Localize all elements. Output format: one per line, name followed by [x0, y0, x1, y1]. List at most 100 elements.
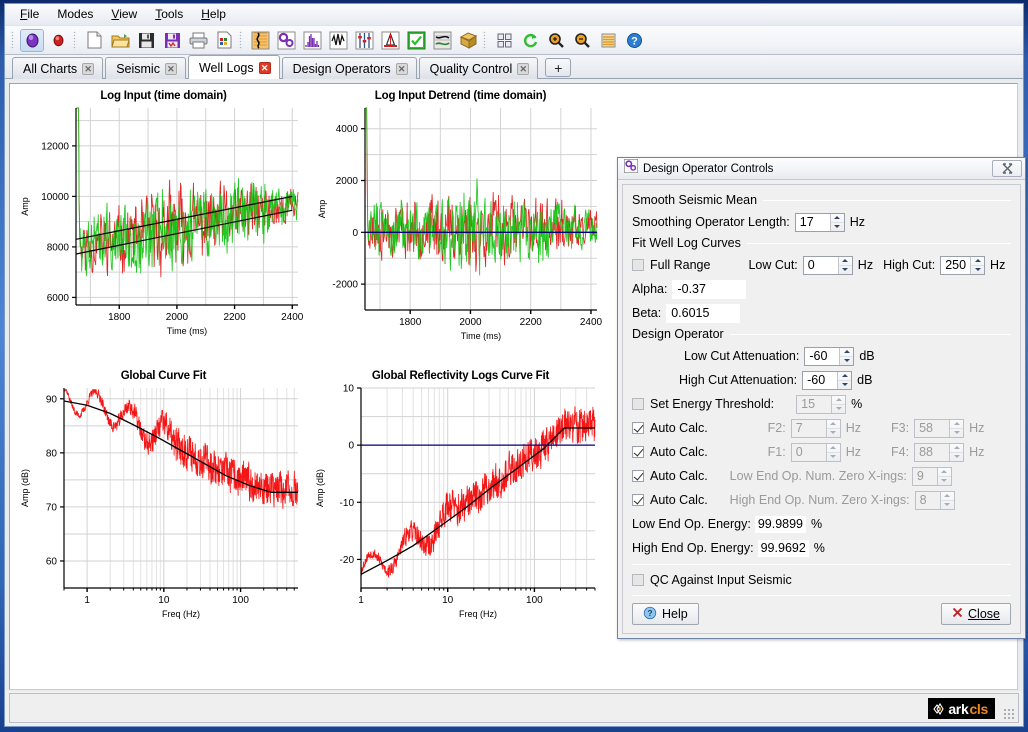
set-energy-threshold-checkbox[interactable] — [632, 398, 644, 410]
spinner-arrows[interactable] — [829, 213, 844, 231]
f4-spinner[interactable]: 88 — [914, 442, 965, 462]
spinner-down-icon[interactable] — [839, 266, 852, 274]
menu-modes[interactable]: Modes — [48, 5, 102, 24]
spinner-down-icon[interactable] — [971, 266, 984, 274]
spinner-up-icon[interactable] — [840, 348, 854, 357]
spinner-down-icon[interactable] — [938, 477, 951, 485]
spinner-arrows[interactable] — [831, 395, 846, 413]
auto-calc-checkbox[interactable] — [632, 422, 644, 434]
well-derrick-button[interactable] — [378, 29, 402, 52]
spinner-arrows[interactable] — [837, 371, 852, 389]
dialog-title-bar[interactable]: Design Operator Controls — [618, 158, 1025, 180]
f2-spinner[interactable]: 7 — [790, 418, 841, 438]
spinner-up-icon[interactable] — [832, 396, 846, 405]
smoothing-operator-length-spinner[interactable]: 17 — [794, 212, 845, 232]
auto-calc-checkbox[interactable] — [632, 494, 644, 506]
tab-design-operators[interactable]: Design Operators ✕ — [281, 57, 417, 79]
save-as-button[interactable] — [160, 29, 184, 52]
spinner-up-icon[interactable] — [826, 420, 840, 429]
spinner-up-icon[interactable] — [971, 257, 985, 266]
spinner-arrows[interactable] — [839, 347, 854, 365]
spinner-up-icon[interactable] — [838, 372, 852, 381]
spinner-value[interactable]: 9 — [912, 467, 937, 485]
low-end-zero-xings-spinner[interactable]: 9 — [911, 466, 952, 486]
auto-calc-checkbox[interactable] — [632, 470, 644, 482]
close-button[interactable]: Close — [941, 603, 1011, 625]
spinner-arrows[interactable] — [949, 419, 964, 437]
open-folder-button[interactable] — [108, 29, 132, 52]
spinner-down-icon[interactable] — [831, 223, 844, 231]
tab-close-icon[interactable]: ✕ — [164, 62, 177, 75]
qc-against-input-seismic-checkbox[interactable] — [632, 574, 644, 586]
menu-view[interactable]: View — [102, 5, 146, 24]
beta-field[interactable]: 0.6015 — [666, 303, 741, 323]
design-operator-controls-dialog[interactable]: Design Operator Controls Smooth Seismic … — [617, 157, 1026, 639]
spinner-up-icon[interactable] — [838, 257, 852, 266]
high-cut-spinner[interactable]: 250 — [940, 255, 986, 275]
alpha-field[interactable]: -0.37 — [672, 279, 747, 299]
tab-quality-control[interactable]: Quality Control ✕ — [418, 57, 539, 79]
chart-plot-area[interactable]: 6000 8000 10000 12000 1800 2000 2200 2400 Time (… — [16, 86, 311, 366]
seismic-trace-button[interactable] — [248, 29, 272, 52]
spinner-down-icon[interactable] — [827, 453, 840, 461]
design-operator-button[interactable] — [430, 29, 454, 52]
spinner-up-icon[interactable] — [830, 214, 844, 223]
spinner-arrows[interactable] — [970, 256, 985, 274]
about-help-button[interactable]: ? — [622, 29, 646, 52]
spinner-value[interactable]: 0 — [791, 443, 826, 461]
quality-check-button[interactable] — [404, 29, 428, 52]
tab-all-charts[interactable]: All Charts ✕ — [12, 57, 104, 79]
spinner-down-icon[interactable] — [941, 501, 954, 509]
resize-grip[interactable] — [1003, 708, 1015, 720]
menu-help[interactable]: Help — [192, 5, 235, 24]
add-tab-button[interactable]: + — [545, 58, 572, 77]
chart-plot-area[interactable]: 60 70 80 90 1 10 100 Freq (Hz) Amp (dB) — [16, 370, 311, 660]
spinner-down-icon[interactable] — [827, 429, 840, 437]
spinner-down-icon[interactable] — [838, 381, 851, 389]
toolbar-grip-2[interactable] — [72, 30, 77, 50]
spinner-arrows[interactable] — [837, 256, 852, 274]
tile-layout-button[interactable] — [492, 29, 516, 52]
tab-well-logs[interactable]: Well Logs ✕ — [187, 55, 280, 79]
spinner-value[interactable]: 15 — [797, 395, 832, 413]
high-end-zero-xings-spinner[interactable]: 8 — [914, 490, 955, 510]
spinner-arrows[interactable] — [949, 443, 964, 461]
tab-close-icon[interactable]: ✕ — [517, 62, 530, 75]
spinner-value[interactable]: 0 — [803, 256, 838, 274]
spinner-value[interactable]: 17 — [795, 213, 830, 231]
spinner-arrows[interactable] — [939, 491, 954, 509]
spinner-value[interactable]: 250 — [941, 256, 971, 274]
zoom-out-button[interactable] — [570, 29, 594, 52]
zoom-in-button[interactable] — [544, 29, 568, 52]
spinner-arrows[interactable] — [825, 443, 840, 461]
toolbar-grip-4[interactable] — [482, 30, 487, 50]
auto-calc-checkbox[interactable] — [632, 446, 644, 458]
spinner-value[interactable]: 58 — [915, 419, 950, 437]
tab-close-icon[interactable]: ✕ — [258, 61, 271, 74]
spinner-arrows[interactable] — [936, 467, 951, 485]
spinner-up-icon[interactable] — [937, 468, 951, 477]
spinner-arrows[interactable] — [825, 419, 840, 437]
low-cut-attenuation-spinner[interactable]: -60 — [804, 346, 855, 366]
toolbar-grip[interactable] — [10, 30, 15, 50]
spinner-value[interactable]: 7 — [791, 419, 826, 437]
wavelet-button[interactable] — [326, 29, 350, 52]
record-red-button[interactable] — [46, 29, 70, 52]
report-button[interactable] — [212, 29, 236, 52]
tab-seismic[interactable]: Seismic ✕ — [105, 57, 186, 79]
spinner-down-icon[interactable] — [950, 453, 963, 461]
spinner-down-icon[interactable] — [840, 357, 853, 365]
spinner-up-icon[interactable] — [826, 444, 840, 453]
spinner-value[interactable]: -60 — [803, 371, 838, 389]
full-range-checkbox[interactable] — [632, 259, 644, 271]
help-button[interactable]: ? Help — [632, 603, 699, 625]
set-energy-threshold-spinner[interactable]: 15 — [796, 394, 847, 414]
chart-plot-area[interactable]: -20 -10 0 10 1 10 100 Freq (Hz) Amp (dB) — [313, 370, 608, 660]
f3-spinner[interactable]: 58 — [914, 418, 965, 438]
operator-button[interactable] — [352, 29, 376, 52]
tab-close-icon[interactable]: ✕ — [82, 62, 95, 75]
spinner-up-icon[interactable] — [950, 420, 964, 429]
spinner-value[interactable]: -60 — [805, 347, 840, 365]
record-purple-button[interactable] — [20, 28, 44, 52]
high-cut-attenuation-spinner[interactable]: -60 — [802, 370, 853, 390]
